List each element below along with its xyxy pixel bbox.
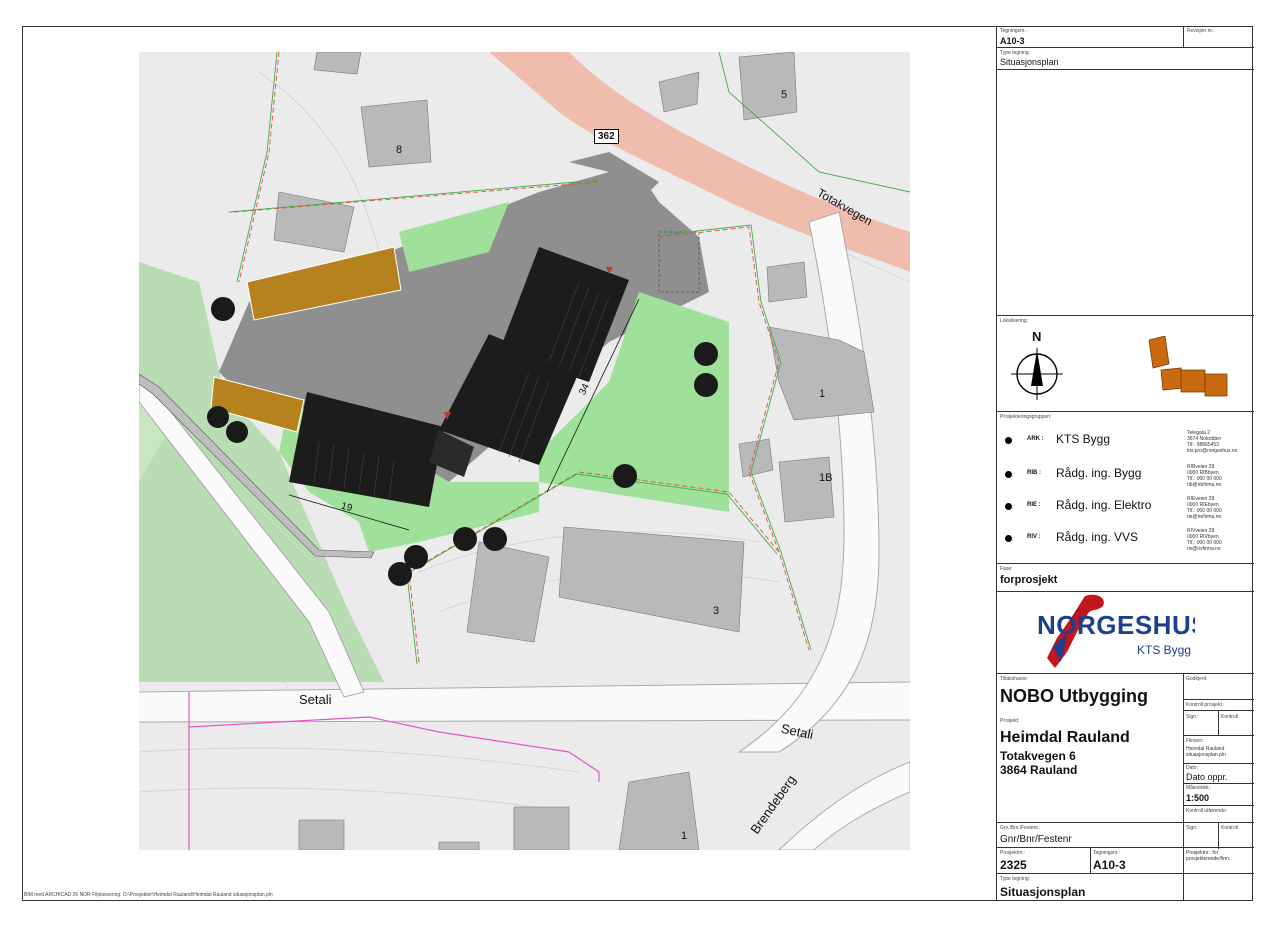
gnr-value: Gnr/Bnr/Festenr <box>1000 834 1072 845</box>
type-value: Situasjonsplan <box>1000 57 1059 67</box>
phase-label: Fase: <box>1000 566 1013 572</box>
team-code: ARK : <box>1027 436 1044 442</box>
approved-cell: Godkjent: <box>1184 674 1254 700</box>
logo-text: NORGESHUS <box>1037 610 1195 640</box>
project-number-row: Prosjektnr.: 2325 Tegningsnr.: A10-3 Pro… <box>997 848 1254 901</box>
client-value: NOBO Utbygging <box>1000 686 1148 706</box>
building-location-icon <box>1148 336 1228 397</box>
control-project-label: Kontroll prosjekt.: <box>1186 702 1225 708</box>
team-contact: RIVveien 28 0000 RIVbyen Tlf.: 000 00 00… <box>1187 528 1222 552</box>
drawing-number-label: Tegningsnr.: <box>1000 28 1027 34</box>
north-label: N <box>1032 329 1042 344</box>
house-number-8: 8 <box>396 144 403 156</box>
sign2-label: Sign.: <box>1186 825 1199 831</box>
team-name: Rådg. ing. Bygg <box>1056 466 1142 480</box>
date-cell: Dato: Dato oppr. <box>1184 764 1254 784</box>
team-name: Rådg. ing. VVS <box>1056 530 1139 544</box>
date-label: Dato: <box>1186 765 1198 771</box>
filename-value: Heimdal Rauland situasjonsplan.pln <box>1186 746 1226 758</box>
house-number-1-bottom: 1 <box>681 830 688 842</box>
team-row-rib: RIB : Rådg. ing. Bygg RIBveien 28 0000 R… <box>997 464 1254 494</box>
project-group-section: Prosjekteringsgruppen: ARK : KTS Bygg Te… <box>997 412 1254 564</box>
blank-area <box>997 70 1254 316</box>
control-project-cell: Kontroll prosjekt.: Sign.: Kontroll <box>1184 700 1254 736</box>
localization-section: Lokalisering: N <box>997 316 1254 412</box>
type2-label: Type tegning: <box>1000 876 1031 882</box>
project-number: 2325 <box>1000 858 1027 872</box>
scale-value: 1:500 <box>1186 793 1210 803</box>
control-exec-label: Kontroll utførende: <box>1186 808 1228 814</box>
scale-label: Målestokk: <box>1186 785 1210 791</box>
team-row-rie: RIE : Rådg. ing. Elektro RIEveien 28 000… <box>997 496 1254 526</box>
team-code: RIB : <box>1027 470 1041 476</box>
project-group-label: Prosjekteringsgruppen: <box>1000 414 1052 420</box>
drawing-number: A10-3 <box>1000 36 1025 46</box>
bullet-icon <box>1005 471 1012 478</box>
team-code: RIV : <box>1027 534 1041 540</box>
team-contact: Telegata 2 3674 Notodden Tlf.: 98865453 … <box>1187 430 1238 454</box>
drawing-number2: A10-3 <box>1093 858 1126 872</box>
bullet-icon <box>1005 503 1012 510</box>
type-label: Type tegning: <box>1000 50 1031 56</box>
gnr-label: Gnr./Bnr./Festenr.: <box>1000 825 1041 831</box>
project-number-label: Prosjektnr.: <box>1000 850 1026 856</box>
drawing-number2-label: Tegningsnr.: <box>1093 850 1120 856</box>
date-value: Dato oppr. <box>1186 772 1228 782</box>
logo-area: NORGESHUS KTS Bygg <box>997 592 1254 674</box>
project-leader-label: Prosjektnr.: for prosjekterende/firm. <box>1186 850 1231 862</box>
title-block: Tegningsnr.: A10-3 Revisjon nr.: Type te… <box>996 26 1254 901</box>
team-row-ark: ARK : KTS Bygg Telegata 2 3674 Notodden … <box>997 430 1254 460</box>
project-address-1: Totakvegen 6 <box>1000 749 1076 763</box>
project-name: Heimdal Rauland <box>1000 729 1130 746</box>
drawing-number-row: Tegningsnr.: A10-3 Revisjon nr.: <box>997 26 1254 48</box>
team-name: KTS Bygg <box>1056 432 1111 446</box>
bullet-icon <box>1005 535 1012 542</box>
project-label: Prosjekt: <box>1000 718 1020 724</box>
team-name: Rådg. ing. Elektro <box>1056 498 1152 512</box>
sign-label: Sign.: <box>1186 714 1199 720</box>
client-label: Tiltakshaver: <box>1000 676 1029 682</box>
phase-value: forprosjekt <box>1000 574 1058 586</box>
type2-row: Type tegning: Situasjonsplan <box>997 874 1183 901</box>
gnr-row: Gnr./Bnr./Festenr.: Gnr/Bnr/Festenr Sign… <box>997 822 1254 849</box>
filename-cell: Filnavn: Heimdal Rauland situasjonsplan.… <box>1184 736 1254 764</box>
house-number-1b: 1B <box>819 472 833 484</box>
control-label: Kontroll <box>1221 714 1238 720</box>
bullet-icon <box>1005 437 1012 444</box>
scale-cell: Målestokk: 1:500 <box>1184 784 1254 806</box>
file-path-footer: BIM med ARCHICAD 26 NOR Filplassering: O… <box>24 892 273 898</box>
client-project-area: Tiltakshaver: NOBO Utbygging Prosjekt: H… <box>997 674 1254 822</box>
road-number-362: 362 <box>594 129 619 144</box>
type-row: Type tegning: Situasjonsplan <box>997 48 1254 70</box>
localization-label: Lokalisering: <box>1000 318 1029 324</box>
logo-subtitle: KTS Bygg <box>1137 643 1192 657</box>
control2-label: Kontroll <box>1221 825 1238 831</box>
road-label-setali-left: Setali <box>299 692 332 707</box>
team-contact: RIEveien 28 0000 RIEbyen Tlf.: 000 00 00… <box>1187 496 1222 520</box>
house-number-3: 3 <box>713 605 720 617</box>
house-number-5: 5 <box>781 89 788 101</box>
team-code: RIE : <box>1027 502 1041 508</box>
filename-label: Filnavn: <box>1186 738 1204 744</box>
north-arrow-icon <box>1011 348 1063 400</box>
team-contact: RIBveien 28 0000 RIBbyen Tlf.: 000 00 00… <box>1187 464 1222 488</box>
phase-row: Fase: forprosjekt <box>997 564 1254 592</box>
team-row-riv: RIV : Rådg. ing. VVS RIVveien 28 0000 RI… <box>997 528 1254 558</box>
revision-label: Revisjon nr.: <box>1187 28 1215 34</box>
type2-value: Situasjonsplan <box>1000 885 1086 899</box>
house-number-1: 1 <box>819 388 826 400</box>
site-plan-map: 362 Totakvegen Setali Setali Brendeberg … <box>139 52 910 850</box>
project-address-2: 3864 Rauland <box>1000 763 1078 777</box>
approved-label: Godkjent: <box>1186 676 1208 682</box>
